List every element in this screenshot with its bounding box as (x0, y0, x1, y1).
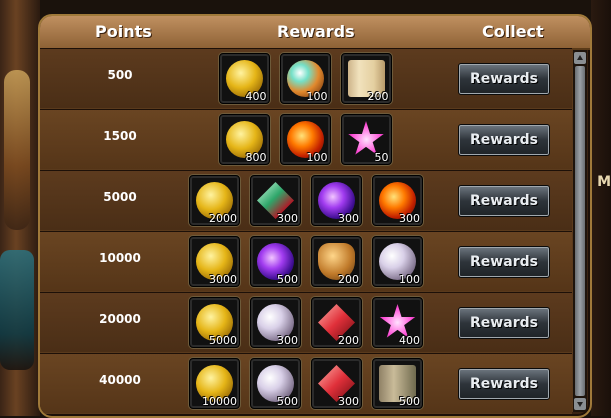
item-quantity: 200 (367, 90, 389, 103)
item-quantity: 5000 (209, 334, 237, 347)
side-letter: M (597, 174, 611, 190)
item-quantity: 3000 (209, 273, 237, 286)
reward-item[interactable]: 800 (218, 114, 270, 165)
item-quantity: 300 (277, 212, 298, 225)
points-value: 20000 (99, 312, 141, 326)
reward-item[interactable]: 300 (311, 175, 362, 226)
reward-row: 5000 2000 300 300 300 Rewards (40, 170, 572, 231)
header-collect: Collect (482, 22, 544, 41)
item-quantity: 200 (338, 334, 359, 347)
header-points: Points (95, 22, 152, 41)
rewards-button[interactable]: Rewards (458, 124, 550, 156)
reward-item[interactable]: 500 (250, 236, 301, 287)
points-value: 40000 (99, 373, 141, 387)
item-quantity: 300 (338, 212, 359, 225)
character-art (0, 0, 40, 416)
item-quantity: 300 (277, 334, 298, 347)
scroll-thumb[interactable] (575, 66, 585, 396)
item-quantity: 200 (338, 273, 359, 286)
reward-item[interactable]: 3000 (189, 236, 240, 287)
points-value: 5000 (103, 190, 137, 204)
item-quantity: 50 (374, 151, 389, 164)
reward-items: 10000 500 300 500 (189, 358, 423, 409)
reward-item[interactable]: 100 (279, 53, 331, 104)
scroll-up-arrow-icon[interactable] (574, 52, 586, 64)
reward-items: 2000 300 300 300 (189, 175, 423, 226)
reward-item[interactable]: 2000 (189, 175, 240, 226)
points-value: 500 (107, 68, 133, 82)
item-quantity: 300 (399, 212, 420, 225)
reward-item[interactable]: 500 (250, 358, 301, 409)
reward-items: 3000 500 200 100 (189, 236, 423, 287)
reward-item[interactable]: 400 (372, 297, 423, 348)
reward-item[interactable]: 200 (311, 236, 362, 287)
reward-item[interactable]: 10000 (189, 358, 240, 409)
rewards-button[interactable]: Rewards (458, 246, 550, 278)
item-quantity: 500 (277, 273, 298, 286)
item-quantity: 10000 (202, 395, 237, 408)
item-quantity: 2000 (209, 212, 237, 225)
reward-item[interactable]: 400 (218, 53, 270, 104)
rewards-button[interactable]: Rewards (458, 307, 550, 339)
reward-items: 800 100 50 (218, 114, 392, 165)
reward-item[interactable]: 100 (279, 114, 331, 165)
item-quantity: 500 (399, 395, 420, 408)
table-header: Points Rewards Collect (40, 16, 590, 50)
item-quantity: 100 (306, 90, 328, 103)
scroll-down-arrow-icon[interactable] (574, 398, 586, 410)
item-quantity: 100 (306, 151, 328, 164)
item-quantity: 500 (277, 395, 298, 408)
header-rewards: Rewards (277, 22, 355, 41)
reward-item[interactable]: 100 (372, 236, 423, 287)
item-quantity: 100 (399, 273, 420, 286)
reward-item[interactable]: 300 (311, 358, 362, 409)
points-value: 10000 (99, 251, 141, 265)
rewards-button[interactable]: Rewards (458, 368, 550, 400)
reward-item[interactable]: 300 (250, 175, 301, 226)
points-value: 1500 (103, 129, 137, 143)
rewards-button[interactable]: Rewards (458, 185, 550, 217)
reward-row: 10000 3000 500 200 100 Rewards (40, 231, 572, 292)
rewards-panel: Points Rewards Collect 500 400 100 200 Rewar… (38, 14, 592, 418)
item-quantity: 400 (245, 90, 267, 103)
rewards-list: 500 400 100 200 Rewards 1500 800 100 50 Rewards 50… (40, 48, 572, 414)
item-quantity: 800 (245, 151, 267, 164)
reward-item[interactable]: 500 (372, 358, 423, 409)
reward-item[interactable]: 5000 (189, 297, 240, 348)
reward-item[interactable]: 200 (340, 53, 392, 104)
reward-item[interactable]: 300 (250, 297, 301, 348)
reward-row: 500 400 100 200 Rewards (40, 48, 572, 109)
reward-item[interactable]: 200 (311, 297, 362, 348)
reward-row: 20000 5000 300 200 400 Rewards (40, 292, 572, 353)
reward-row: 1500 800 100 50 Rewards (40, 109, 572, 170)
item-quantity: 400 (399, 334, 420, 347)
reward-items: 400 100 200 (218, 53, 392, 104)
scrollbar[interactable] (572, 50, 587, 412)
background-right (591, 0, 611, 416)
rewards-button[interactable]: Rewards (458, 63, 550, 95)
reward-item[interactable]: 50 (340, 114, 392, 165)
reward-items: 5000 300 200 400 (189, 297, 423, 348)
reward-item[interactable]: 300 (372, 175, 423, 226)
reward-row: 40000 10000 500 300 500 Rewards (40, 353, 572, 414)
item-quantity: 300 (338, 395, 359, 408)
